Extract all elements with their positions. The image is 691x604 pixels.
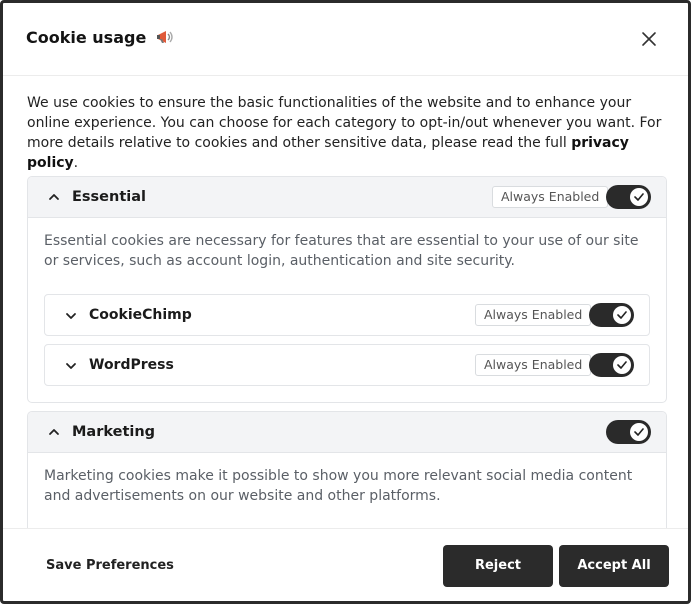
accept-all-button[interactable]: Accept All bbox=[559, 545, 669, 587]
chevron-up-icon[interactable] bbox=[48, 191, 60, 203]
close-icon[interactable] bbox=[640, 30, 658, 48]
intro-suffix: . bbox=[73, 155, 79, 171]
always-enabled-badge: Always Enabled bbox=[475, 304, 592, 326]
service-wordpress[interactable]: WordPress Always Enabled bbox=[44, 344, 650, 386]
save-preferences-button[interactable]: Save Preferences bbox=[46, 558, 174, 573]
essential-toggle[interactable] bbox=[606, 185, 651, 209]
chevron-up-icon[interactable] bbox=[48, 426, 60, 438]
check-icon bbox=[634, 428, 644, 436]
megaphone-icon bbox=[156, 29, 174, 45]
toggle-knob bbox=[630, 188, 648, 206]
category-essential: Essential Always Enabled Essential cooki… bbox=[27, 176, 667, 403]
always-enabled-badge: Always Enabled bbox=[475, 354, 592, 376]
chevron-down-icon[interactable] bbox=[65, 310, 77, 322]
category-essential-description: Essential cookies are necessary for feat… bbox=[44, 233, 639, 269]
category-essential-header[interactable]: Essential Always Enabled bbox=[28, 177, 666, 218]
chevron-down-icon[interactable] bbox=[65, 360, 77, 372]
intro-paragraph: We use cookies to ensure the basic funct… bbox=[27, 93, 667, 173]
modal-header: Cookie usage bbox=[3, 3, 688, 76]
service-cookiechimp-title: CookieChimp bbox=[89, 307, 192, 323]
wordpress-toggle[interactable] bbox=[589, 353, 634, 377]
check-icon bbox=[617, 361, 627, 369]
cookiechimp-toggle[interactable] bbox=[589, 303, 634, 327]
toggle-knob bbox=[613, 356, 631, 374]
marketing-toggle[interactable] bbox=[606, 420, 651, 444]
modal-footer: Save Preferences Reject Accept All bbox=[3, 528, 688, 601]
category-marketing-title: Marketing bbox=[72, 424, 156, 440]
category-marketing: Marketing Marketing cookies make it poss… bbox=[27, 411, 667, 528]
service-cookiechimp[interactable]: CookieChimp Always Enabled bbox=[44, 294, 650, 336]
category-essential-title: Essential bbox=[72, 189, 146, 205]
category-marketing-description: Marketing cookies make it possible to sh… bbox=[44, 468, 633, 504]
category-marketing-header[interactable]: Marketing bbox=[28, 412, 666, 453]
check-icon bbox=[617, 311, 627, 319]
toggle-knob bbox=[613, 306, 631, 324]
toggle-knob bbox=[630, 423, 648, 441]
modal-title-text: Cookie usage bbox=[26, 28, 147, 47]
modal-body: We use cookies to ensure the basic funct… bbox=[3, 77, 688, 528]
check-icon bbox=[634, 193, 644, 201]
reject-button[interactable]: Reject bbox=[443, 545, 553, 587]
intro-text: We use cookies to ensure the basic funct… bbox=[27, 95, 662, 151]
always-enabled-badge: Always Enabled bbox=[492, 186, 609, 208]
service-wordpress-title: WordPress bbox=[89, 357, 174, 373]
modal-title: Cookie usage bbox=[26, 28, 174, 47]
